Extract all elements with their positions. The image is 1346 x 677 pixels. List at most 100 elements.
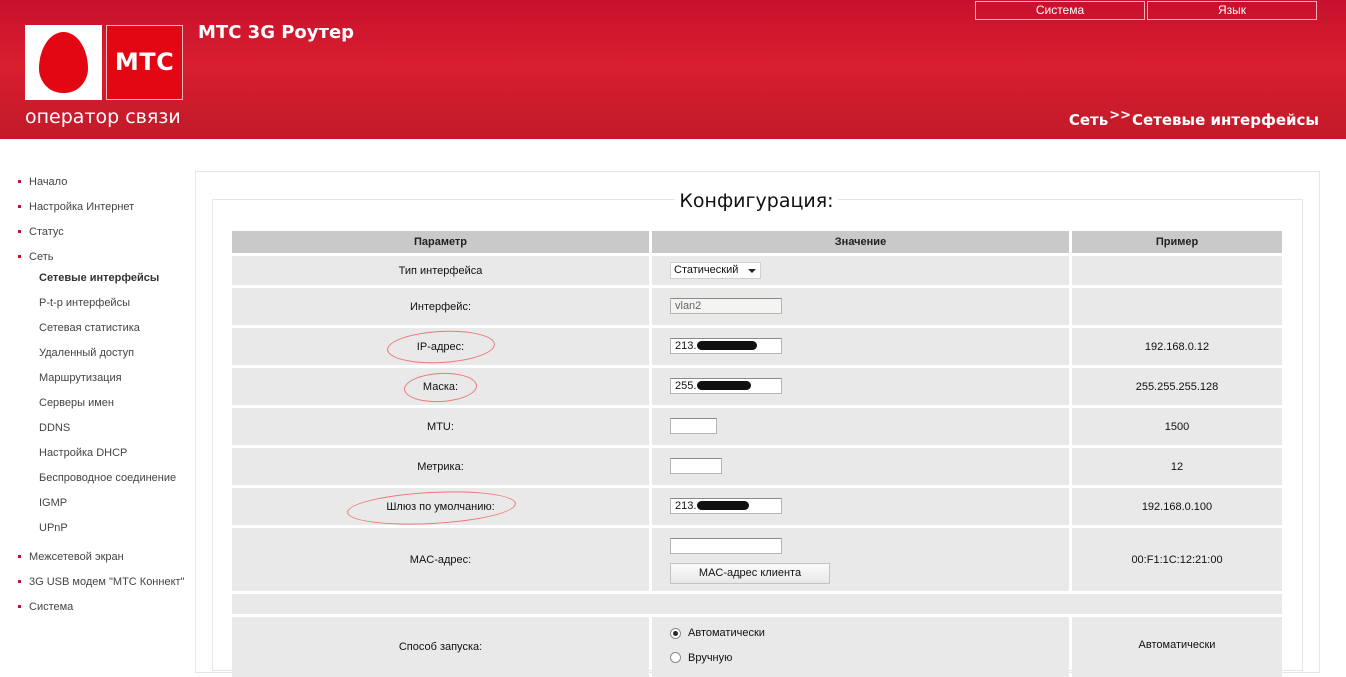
breadcrumb: Сеть>>Сетевые интерфейсы (1069, 108, 1319, 129)
metric-input[interactable] (670, 458, 722, 474)
example-startup-method: Автоматически (1072, 617, 1282, 677)
label-mac-address: MAC-адрес: (232, 528, 649, 591)
sidebar-subitem-igmp[interactable]: IGMP (39, 497, 67, 509)
sidebar-item-home[interactable]: Начало (18, 176, 67, 188)
bullet-icon (18, 579, 21, 583)
sidebar-item-label: Настройка Интернет (29, 201, 135, 213)
example-mtu: 1500 (1072, 408, 1282, 445)
label-mtu: MTU: (232, 408, 649, 445)
interface-type-selected: Статический (674, 264, 739, 276)
value-cell-mtu (652, 408, 1069, 445)
redaction-mark (697, 340, 758, 350)
config-title-text: Конфигурация: (675, 190, 838, 212)
gateway-input[interactable]: 213. (670, 498, 782, 514)
sidebar-subitem-remote-access[interactable]: Удаленный доступ (39, 347, 134, 359)
chevron-down-icon (748, 269, 756, 273)
page-header: МТС оператор связи МТС 3G Роутер Система… (0, 0, 1346, 139)
mac-address-input[interactable] (670, 538, 782, 554)
sidebar-item-usb-modem[interactable]: 3G USB модем "МТС Коннект" (18, 576, 184, 588)
config-title: Конфигурация: (212, 190, 1301, 212)
label-default-gateway: Шлюз по умолчанию: (232, 488, 649, 525)
client-mac-button[interactable]: MAC-адрес клиента (670, 563, 830, 584)
column-header-param: Параметр (232, 231, 649, 253)
sidebar-subitem-ddns[interactable]: DDNS (39, 422, 70, 434)
mtu-input[interactable] (670, 418, 717, 434)
language-menu-button[interactable]: Язык (1147, 1, 1317, 20)
logo-text-box: МТС (106, 25, 183, 100)
value-cell-mac: MAC-адрес клиента (652, 528, 1069, 591)
redaction-mark (697, 500, 750, 510)
column-header-value: Значение (652, 231, 1069, 253)
label-interface-type: Тип интерфейса (232, 256, 649, 285)
sidebar-item-firewall[interactable]: Межсетевой экран (18, 551, 124, 563)
logo-tagline: оператор связи (25, 106, 181, 128)
sidebar-item-internet-setup[interactable]: Настройка Интернет (18, 201, 134, 213)
system-menu-button[interactable]: Система (975, 1, 1145, 20)
sidebar-subitem-ptp-interfaces[interactable]: P-t-p интерфейсы (39, 297, 130, 309)
bullet-icon (18, 204, 21, 208)
sidebar-item-system[interactable]: Система (18, 601, 73, 613)
example-metric: 12 (1072, 448, 1282, 485)
bullet-icon (18, 179, 21, 183)
logo-egg-box (25, 25, 102, 100)
startup-manual-radio[interactable] (670, 652, 681, 663)
bullet-icon (18, 229, 21, 233)
mask-value: 255. (675, 380, 697, 392)
value-cell-ip: 213. (652, 328, 1069, 365)
sidebar-subitem-routing[interactable]: Маршрутизация (39, 372, 122, 384)
column-header-example: Пример (1072, 231, 1282, 253)
sidebar-subitem-dhcp[interactable]: Настройка DHCP (39, 447, 127, 459)
label-interface: Интерфейс: (232, 288, 649, 325)
label-ip-address: IP-адрес: (232, 328, 649, 365)
ip-address-value: 213. (675, 340, 697, 352)
sidebar-item-label: Начало (29, 176, 68, 188)
value-cell-interface: vlan2 (652, 288, 1069, 325)
sidebar-item-label: Статус (29, 226, 64, 238)
interface-field: vlan2 (670, 298, 782, 314)
example-interface-type (1072, 256, 1282, 285)
example-ip-address: 192.168.0.12 (1072, 328, 1282, 365)
label-mask: Маска: (232, 368, 649, 405)
gateway-value: 213. (675, 500, 697, 512)
sidebar-item-status[interactable]: Статус (18, 226, 64, 238)
sidebar-item-label: Сеть (29, 251, 54, 263)
startup-manual-label[interactable]: Вручную (688, 652, 732, 664)
example-interface (1072, 288, 1282, 325)
sidebar-subitem-name-servers[interactable]: Серверы имен (39, 397, 114, 409)
breadcrumb-page: Сетевые интерфейсы (1131, 111, 1319, 129)
interface-type-select[interactable]: Статический (670, 262, 761, 279)
mts-logo: МТС (25, 25, 183, 100)
value-cell-interface-type: Статический (652, 256, 1069, 285)
table-spacer-row (232, 594, 1282, 614)
bullet-icon (18, 604, 21, 608)
label-startup-method: Способ запуска: (232, 617, 649, 677)
logo-text: МТС (114, 48, 175, 76)
sidebar-item-label: Межсетевой экран (29, 551, 124, 563)
breadcrumb-separator: >> (1109, 108, 1131, 123)
sidebar-item-label: 3G USB модем "МТС Коннект" (29, 576, 185, 588)
ip-address-input[interactable]: 213. (670, 338, 782, 354)
startup-auto-radio[interactable] (670, 628, 681, 639)
label-metric: Метрика: (232, 448, 649, 485)
value-cell-gateway: 213. (652, 488, 1069, 525)
sidebar-subitem-upnp[interactable]: UPnP (39, 522, 68, 534)
bullet-icon (18, 554, 21, 558)
value-cell-metric (652, 448, 1069, 485)
value-cell-startup: Автоматически Вручную (652, 617, 1069, 677)
bullet-icon (18, 254, 21, 258)
app-title: МТС 3G Роутер (198, 22, 355, 43)
startup-auto-label[interactable]: Автоматически (688, 627, 765, 639)
example-mac-address: 00:F1:1C:12:21:00 (1072, 528, 1282, 591)
value-cell-mask: 255. (652, 368, 1069, 405)
sidebar-subitem-network-interfaces[interactable]: Сетевые интерфейсы (39, 272, 159, 284)
sidebar-subitem-network-stats[interactable]: Сетевая статистика (39, 322, 140, 334)
example-default-gateway: 192.168.0.100 (1072, 488, 1282, 525)
sidebar-item-label: Система (29, 601, 74, 613)
egg-icon (39, 32, 88, 93)
breadcrumb-section[interactable]: Сеть (1069, 111, 1108, 129)
sidebar-item-network[interactable]: Сеть (18, 251, 53, 263)
mask-input[interactable]: 255. (670, 378, 782, 394)
example-mask: 255.255.255.128 (1072, 368, 1282, 405)
redaction-mark (697, 380, 752, 390)
sidebar-subitem-wireless[interactable]: Беспроводное соединение (39, 472, 176, 484)
